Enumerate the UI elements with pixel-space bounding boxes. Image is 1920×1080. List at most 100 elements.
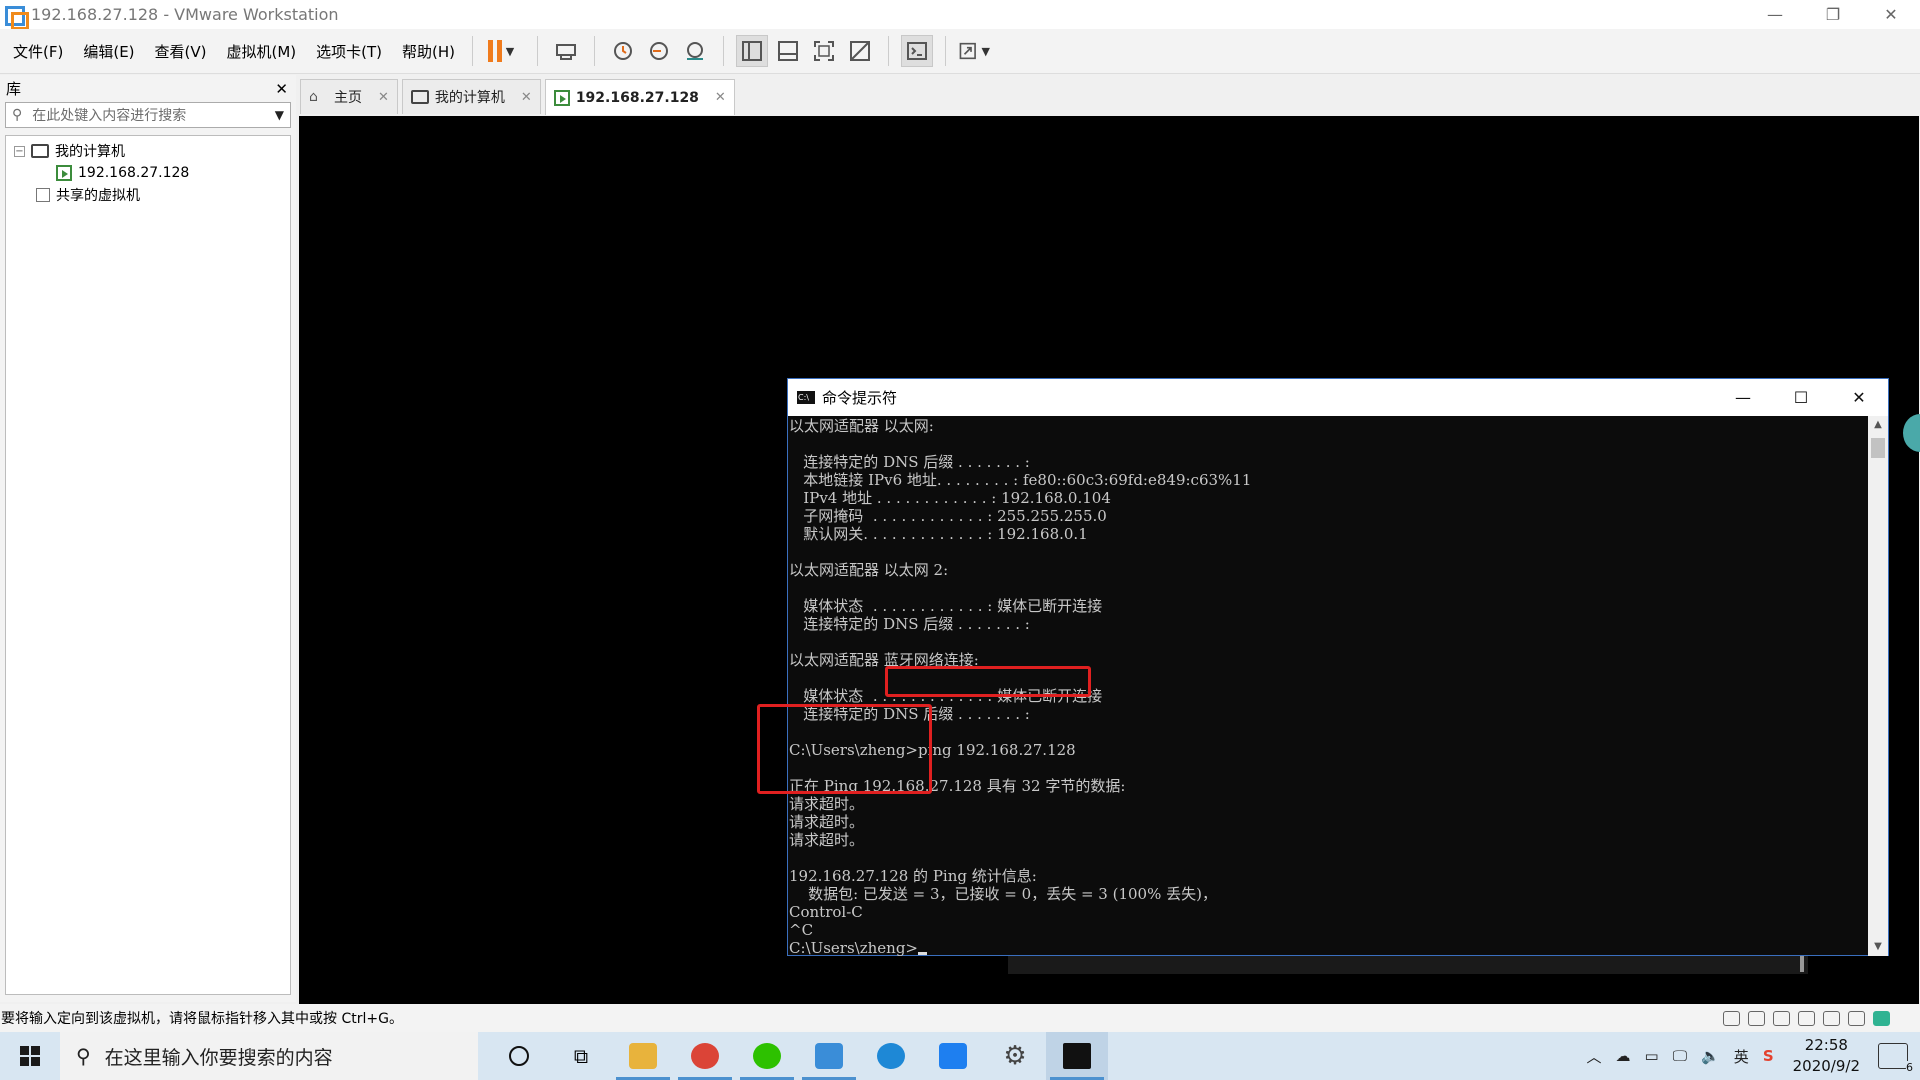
tab-label: 我的计算机: [434, 90, 505, 106]
cmd-line: IPv4 地址 . . . . . . . . . . . . : 192.16…: [789, 489, 1111, 507]
cmd-window[interactable]: C:\ 命令提示符 — ☐ ✕ 以太网适配器 以太网: 连接特定的 DNS 后缀…: [757, 378, 1889, 956]
computer-icon: [410, 90, 429, 104]
chevron-down-icon[interactable]: ▼: [275, 108, 284, 122]
tab-my-computer[interactable]: 我的计算机 ✕: [401, 79, 541, 114]
tree-item-shared-vms[interactable]: 共享的虚拟机: [6, 184, 290, 206]
taskbar-search[interactable]: ⚲ 在这里输入你要搜索的内容: [60, 1032, 478, 1080]
tab-label: 主页: [334, 90, 362, 106]
toolbar-separator: [472, 36, 474, 66]
full-screen-button[interactable]: [808, 35, 840, 67]
cmd-maximize-button[interactable]: ☐: [1772, 379, 1830, 416]
cmd-line: 子网掩码 . . . . . . . . . . . . : 255.255.2…: [789, 507, 1107, 525]
cmd-scrollbar[interactable]: ▲ ▼: [1868, 416, 1888, 956]
stretch-guest-button[interactable]: ▼: [958, 35, 990, 67]
console-view-button[interactable]: [901, 35, 934, 67]
taskbar-edge[interactable]: [860, 1032, 922, 1080]
vmware-icon: [815, 1043, 843, 1069]
revert-icon: [650, 42, 669, 60]
text-cursor: [918, 952, 927, 955]
minimize-button[interactable]: —: [1746, 0, 1804, 29]
library-close-button[interactable]: ✕: [275, 80, 288, 98]
message-log-icon[interactable]: [1873, 1010, 1890, 1026]
chevron-up-icon[interactable]: ︿: [1586, 1046, 1601, 1067]
clock[interactable]: 22:58 2020/9/2: [1793, 1035, 1860, 1077]
revert-snapshot-button[interactable]: [643, 35, 675, 67]
vm-console[interactable]: C:\ 命令提示符 — ☐ ✕ 以太网适配器 以太网: 连接特定的 DNS 后缀…: [299, 116, 1920, 1004]
suspend-button[interactable]: ▼: [485, 35, 517, 67]
cmd-line: 正在 Ping 192.168.27.128 具有 32 字节的数据:: [789, 777, 1126, 795]
snapshot-manager-button[interactable]: [679, 35, 711, 67]
restore-button[interactable]: ❐: [1804, 0, 1862, 29]
hard-disk-icon[interactable]: [1723, 1010, 1740, 1026]
close-tab-icon[interactable]: ✕: [715, 90, 726, 105]
sogou-icon[interactable]: S: [1763, 1047, 1774, 1065]
tree-item-vm[interactable]: 192.168.27.128: [6, 162, 290, 184]
tree-item-my-computer[interactable]: − 我的计算机: [6, 140, 290, 162]
tab-vm[interactable]: 192.168.27.128 ✕: [544, 79, 735, 115]
task-view-button[interactable]: ⧉: [550, 1032, 612, 1080]
onedrive-icon[interactable]: ☁: [1615, 1047, 1630, 1065]
menu-view[interactable]: 查看(V): [148, 41, 214, 62]
cmd-minimize-button[interactable]: —: [1714, 379, 1772, 416]
unity-button[interactable]: [844, 35, 876, 67]
taskbar-chrome[interactable]: [674, 1032, 736, 1080]
notification-count: 6: [1906, 1061, 1913, 1074]
start-button[interactable]: [0, 1032, 60, 1080]
taskbar-feishu[interactable]: [922, 1032, 984, 1080]
menu-vm[interactable]: 虚拟机(M): [220, 41, 304, 62]
sound-icon[interactable]: [1848, 1010, 1865, 1026]
usb-icon[interactable]: [1798, 1010, 1815, 1026]
taskbar-file-explorer[interactable]: [612, 1032, 674, 1080]
cortana-button[interactable]: [488, 1032, 550, 1080]
close-tab-icon[interactable]: ✕: [521, 90, 532, 105]
library-layout-icon: [742, 41, 763, 61]
tab-home[interactable]: ⌂ 主页 ✕: [300, 79, 398, 114]
thumbnail-bar-button[interactable]: [772, 35, 804, 67]
notification-center-button[interactable]: 6: [1878, 1043, 1913, 1074]
volume-icon[interactable]: 🔈: [1701, 1047, 1720, 1065]
cortana-icon: [509, 1046, 529, 1066]
taskbar-wechat[interactable]: [736, 1032, 798, 1080]
send-ctrl-alt-del-button[interactable]: [550, 35, 582, 67]
show-library-button[interactable]: [736, 35, 769, 67]
menu-file[interactable]: 文件(F): [6, 41, 70, 62]
windows-taskbar: ⚲ 在这里输入你要搜索的内容 ⧉ ⚙ ︿ ☁ ▭ 🖵 🔈 英 S 22:58 2…: [0, 1032, 1920, 1080]
battery-icon[interactable]: ▭: [1644, 1047, 1658, 1065]
ime-indicator[interactable]: 英: [1734, 1046, 1749, 1067]
close-tab-icon[interactable]: ✕: [378, 90, 389, 105]
menu-help[interactable]: 帮助(H): [395, 41, 462, 62]
taskbar-vmware[interactable]: [798, 1032, 860, 1080]
network-icon[interactable]: 🖵: [1673, 1047, 1687, 1065]
side-handle-icon[interactable]: [1903, 414, 1920, 452]
cmd-title-bar[interactable]: C:\ 命令提示符 — ☐ ✕: [788, 379, 1888, 416]
cd-dvd-icon[interactable]: [1748, 1010, 1765, 1026]
cmd-line: 默认网关. . . . . . . . . . . . . : 192.168.…: [789, 525, 1088, 543]
library-search-input[interactable]: ⚲ 在此处键入内容进行搜索 ▼: [5, 102, 291, 128]
close-button[interactable]: ✕: [1862, 0, 1920, 29]
cmd-line: 数据包: 已发送 = 3，已接收 = 0，丢失 = 3 (100% 丢失)，: [789, 885, 1217, 903]
clock-time: 22:58: [1804, 1036, 1848, 1054]
taskbar-cmd[interactable]: [1046, 1032, 1108, 1080]
cmd-line: 请求超时。: [789, 813, 865, 831]
menu-tabs[interactable]: 选项卡(T): [309, 41, 389, 62]
network-adapter-icon[interactable]: [1773, 1010, 1790, 1026]
keyboard-icon: [556, 44, 577, 60]
cmd-close-button[interactable]: ✕: [1830, 379, 1888, 416]
taskbar-settings[interactable]: ⚙: [984, 1032, 1046, 1080]
take-snapshot-button[interactable]: [607, 35, 639, 67]
cmd-line: [789, 435, 1870, 453]
scroll-down-icon[interactable]: ▼: [1868, 938, 1888, 956]
taskbar-search-placeholder: 在这里输入你要搜索的内容: [104, 1046, 333, 1069]
background-window-strip: [1008, 956, 1808, 974]
chevron-down-icon: ▼: [505, 44, 515, 58]
printer-icon[interactable]: [1823, 1010, 1840, 1026]
toolbar-separator: [723, 36, 725, 66]
scroll-thumb[interactable]: [1871, 438, 1885, 458]
menu-edit[interactable]: 编辑(E): [76, 41, 141, 62]
toolbar-separator: [888, 36, 890, 66]
scroll-up-icon[interactable]: ▲: [1868, 416, 1888, 434]
tab-bar: ⌂ 主页 ✕ 我的计算机 ✕ 192.168.27.128 ✕: [300, 79, 739, 115]
thumbnail-layout-icon: [778, 41, 799, 61]
tree-item-label: 192.168.27.128: [78, 165, 190, 181]
collapse-icon[interactable]: −: [14, 145, 25, 157]
